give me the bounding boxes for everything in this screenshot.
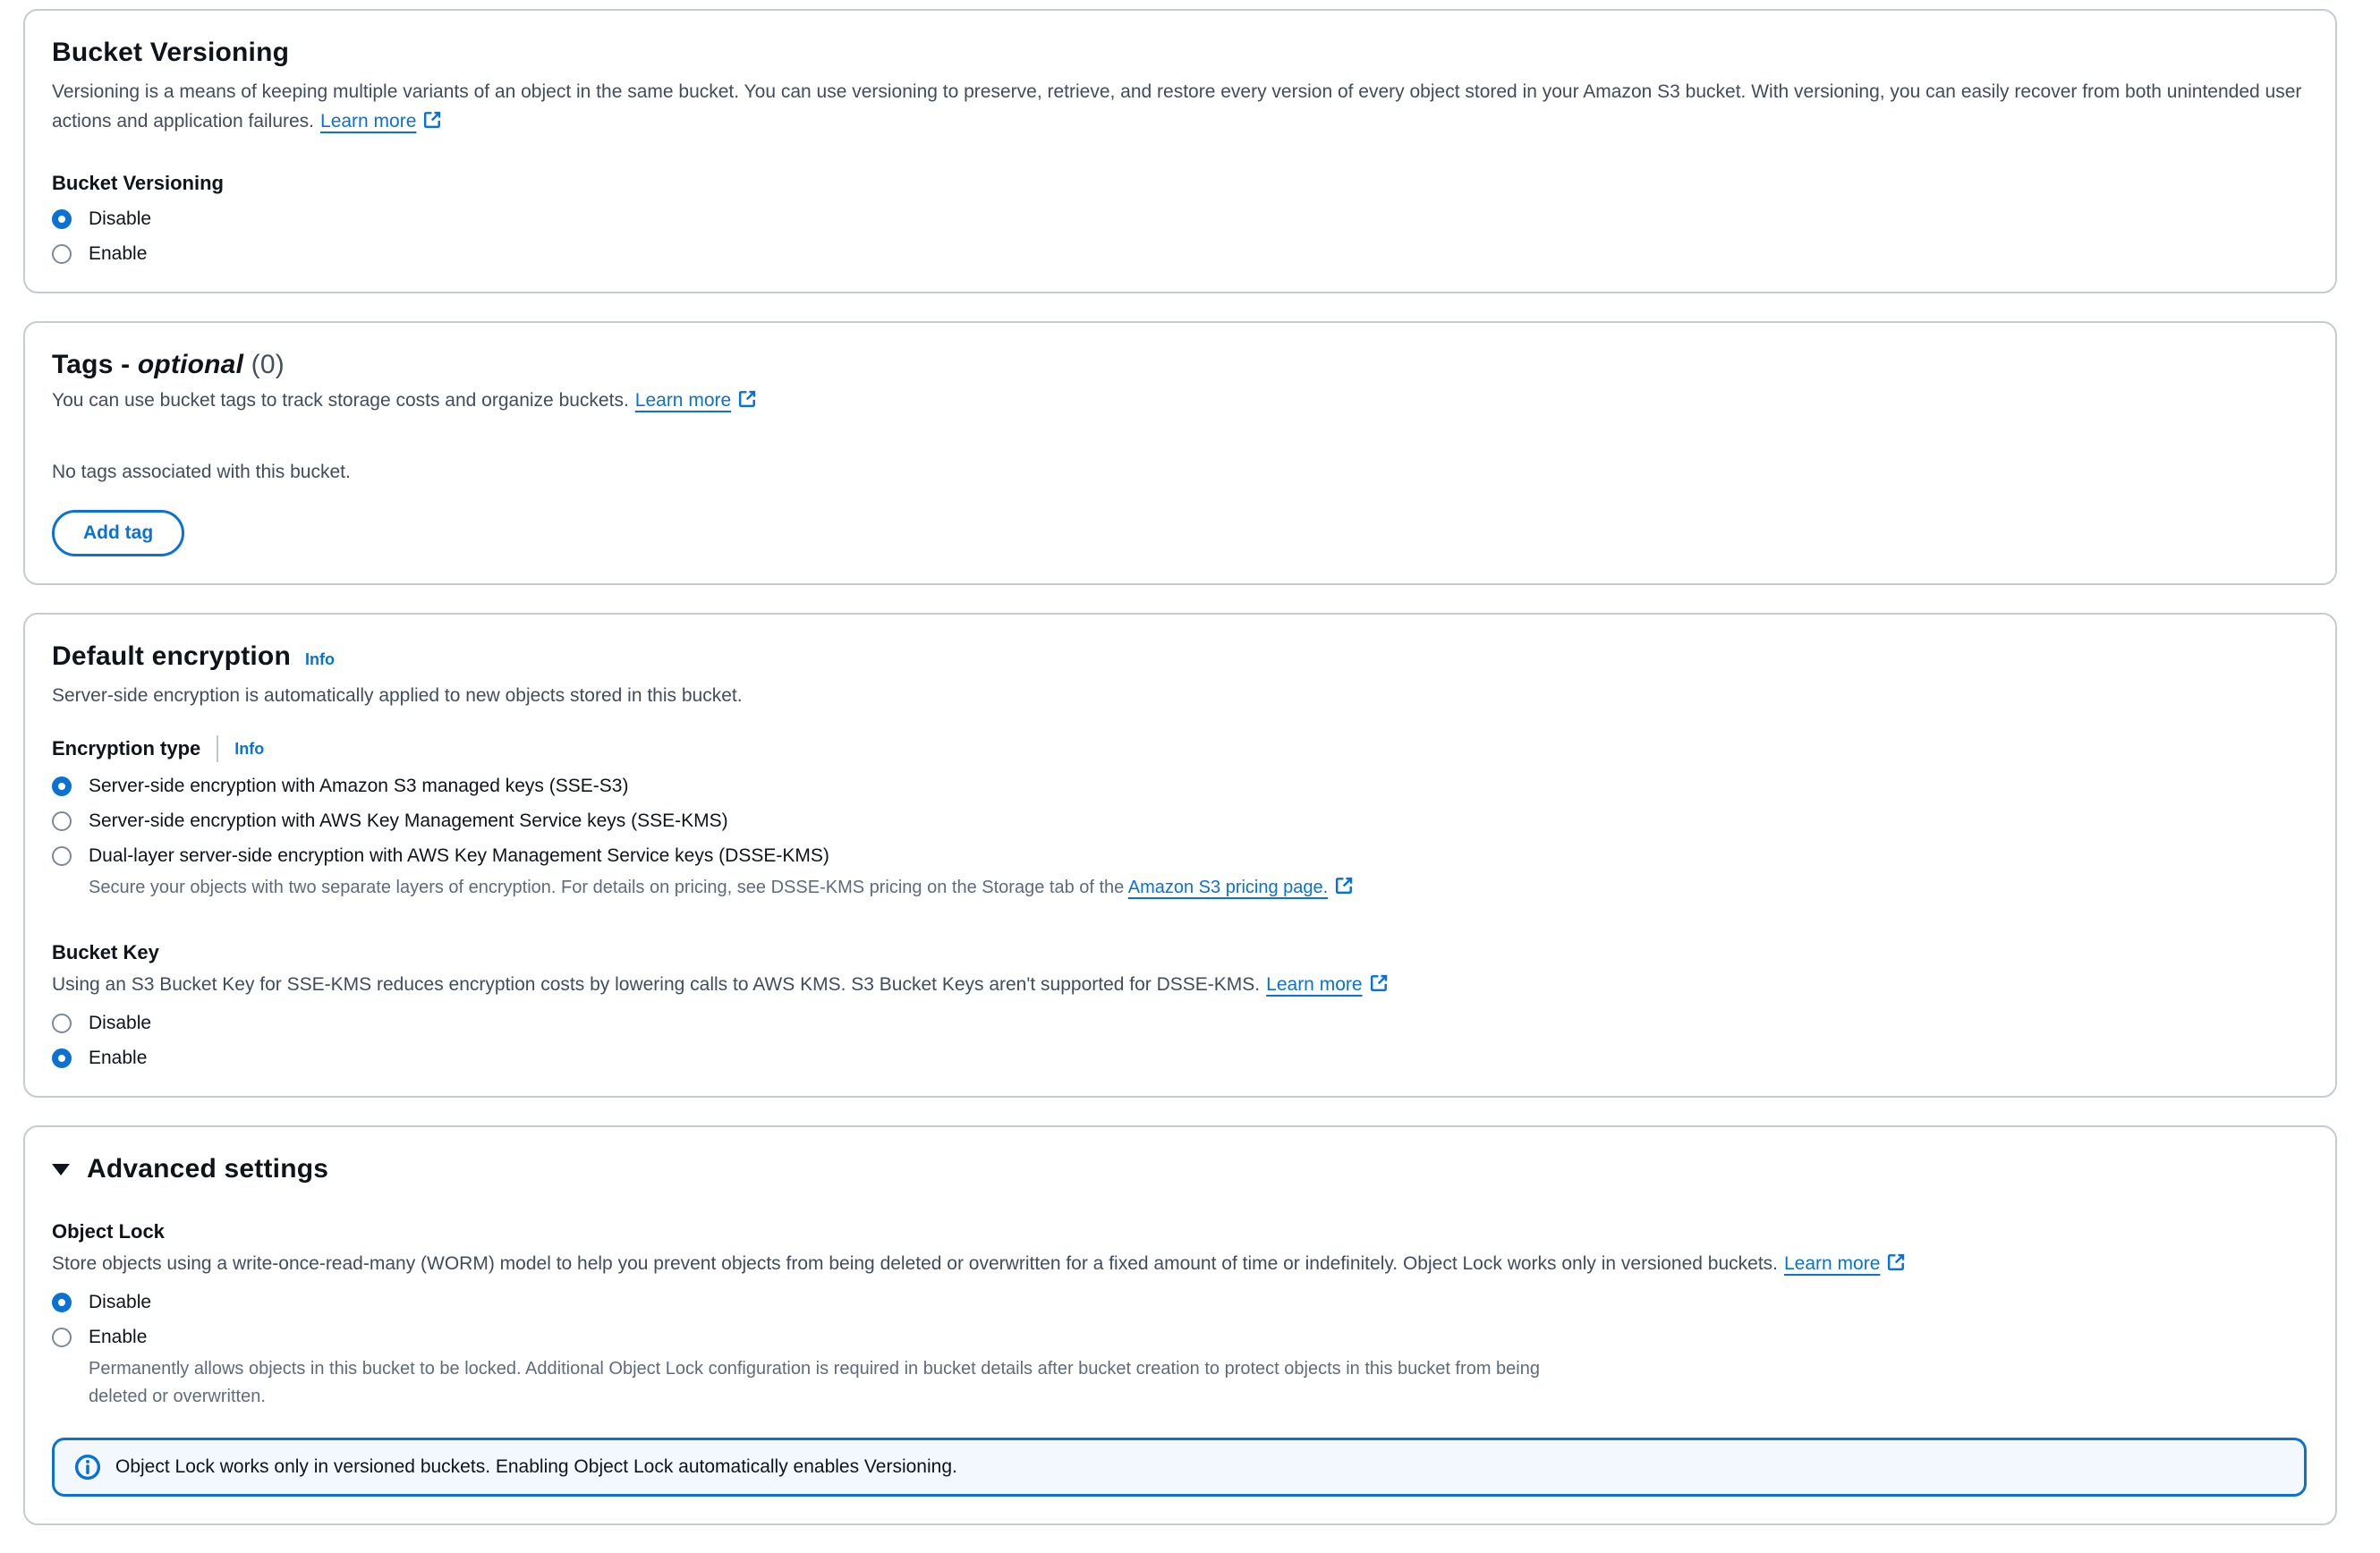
radio-label: Enable (89, 243, 147, 265)
learn-more-label: Learn more (1784, 1253, 1880, 1274)
vertical-divider (217, 735, 218, 762)
encryption-type-row: Encryption type Info (52, 735, 2307, 762)
default-encryption-title: Default encryption (52, 641, 291, 672)
encryption-sse-kms-option[interactable]: Server-side encryption with AWS Key Mana… (52, 810, 2307, 832)
bucket-versioning-learn-more-link[interactable]: Learn more (320, 111, 442, 132)
encryption-sse-s3-radio[interactable] (52, 776, 72, 796)
default-encryption-description: Server-side encryption is automatically … (52, 681, 2307, 710)
add-tag-button[interactable]: Add tag (52, 510, 184, 556)
default-encryption-info-link[interactable]: Info (305, 650, 335, 669)
radio-label: Disable (89, 1292, 151, 1313)
learn-more-label: Learn more (1266, 974, 1362, 995)
external-link-icon (737, 389, 757, 409)
bucket-versioning-disable-option[interactable]: Disable (52, 208, 2307, 230)
create-bucket-settings-page: Bucket Versioning Versioning is a means … (0, 0, 2380, 1553)
storage-bold: Storage (982, 878, 1044, 897)
external-link-icon (1369, 973, 1389, 993)
dsse-note-text: tab of the (1044, 878, 1127, 897)
radio-label: Server-side encryption with Amazon S3 ma… (89, 776, 628, 797)
object-lock-info-alert: Object Lock works only in versioned buck… (52, 1438, 2307, 1497)
learn-more-label: Learn more (320, 111, 416, 132)
radio-label: Disable (89, 1013, 151, 1034)
encryption-type-info-link[interactable]: Info (234, 740, 264, 759)
bucket-key-learn-more-link[interactable]: Learn more (1266, 974, 1388, 995)
advanced-settings-expand-header[interactable]: Advanced settings (52, 1154, 2307, 1184)
bucket-versioning-field-label: Bucket Versioning (52, 172, 2307, 195)
external-link-icon (1334, 876, 1354, 895)
radio-label: Enable (89, 1048, 147, 1069)
bucket-versioning-title: Bucket Versioning (52, 38, 2307, 68)
object-lock-enable-radio[interactable] (52, 1328, 72, 1347)
external-link-icon (1886, 1252, 1906, 1272)
tags-description-text: You can use bucket tags to track storage… (52, 390, 629, 411)
bucket-key-description-text: Using an S3 Bucket Key for SSE-KMS reduc… (52, 974, 1260, 995)
radio-label: Enable (89, 1327, 147, 1348)
object-lock-description: Store objects using a write-once-read-ma… (52, 1249, 2307, 1278)
default-encryption-section: Default encryption Info Server-side encr… (23, 613, 2337, 1098)
object-lock-disable-radio[interactable] (52, 1293, 72, 1312)
external-link-icon (422, 110, 442, 130)
caret-down-icon (52, 1164, 70, 1175)
advanced-settings-section: Advanced settings Object Lock Store obje… (23, 1125, 2337, 1525)
encryption-sse-s3-option[interactable]: Server-side encryption with Amazon S3 ma… (52, 776, 2307, 797)
tags-title-prefix: Tags - (52, 350, 138, 379)
tags-description: You can use bucket tags to track storage… (52, 386, 2307, 415)
encryption-dsse-kms-radio[interactable] (52, 846, 72, 866)
encryption-dsse-kms-option[interactable]: Dual-layer server-side encryption with A… (52, 845, 2307, 867)
object-lock-enable-option[interactable]: Enable (52, 1327, 2307, 1348)
encryption-type-label: Encryption type (52, 737, 200, 760)
bucket-key-disable-radio[interactable] (52, 1014, 72, 1033)
encryption-sse-kms-radio[interactable] (52, 811, 72, 831)
radio-label: Dual-layer server-side encryption with A… (89, 845, 829, 867)
s3-pricing-page-link[interactable]: Amazon S3 pricing page. (1128, 878, 1354, 897)
bucket-key-enable-option[interactable]: Enable (52, 1048, 2307, 1069)
bucket-versioning-enable-radio[interactable] (52, 244, 72, 264)
learn-more-label: Learn more (635, 390, 731, 411)
object-lock-alert-text: Object Lock works only in versioned buck… (115, 1456, 957, 1478)
object-lock-description-text: Store objects using a write-once-read-ma… (52, 1253, 1778, 1274)
bucket-versioning-section: Bucket Versioning Versioning is a means … (23, 9, 2337, 293)
dsse-note-text: on the (922, 878, 982, 897)
info-icon (74, 1454, 101, 1481)
bucket-key-label: Bucket Key (52, 941, 2307, 964)
object-lock-label: Object Lock (52, 1220, 2307, 1243)
object-lock-disable-option[interactable]: Disable (52, 1292, 2307, 1313)
tags-empty-state: No tags associated with this bucket. (52, 462, 2307, 483)
tags-count: (0) (251, 350, 285, 379)
tags-section: Tags - optional (0) You can use bucket t… (23, 321, 2337, 585)
tags-title: Tags - optional (0) (52, 350, 2307, 380)
tags-learn-more-link[interactable]: Learn more (635, 390, 757, 411)
advanced-settings-title: Advanced settings (87, 1154, 328, 1184)
dsse-note-text: Secure your objects with two separate la… (89, 878, 771, 897)
object-lock-enable-note: Permanently allows objects in this bucke… (89, 1355, 1574, 1411)
s3-pricing-link-label: Amazon S3 pricing page. (1128, 878, 1328, 897)
dsse-pricing-bold: DSSE-KMS pricing (771, 878, 922, 897)
radio-label: Disable (89, 208, 151, 230)
dsse-kms-note: Secure your objects with two separate la… (89, 874, 2307, 902)
tags-title-optional: optional (138, 350, 243, 379)
bucket-versioning-enable-option[interactable]: Enable (52, 243, 2307, 265)
bucket-key-enable-radio[interactable] (52, 1048, 72, 1068)
bucket-key-disable-option[interactable]: Disable (52, 1013, 2307, 1034)
bucket-key-description: Using an S3 Bucket Key for SSE-KMS reduc… (52, 970, 2307, 999)
object-lock-learn-more-link[interactable]: Learn more (1784, 1253, 1906, 1274)
radio-label: Server-side encryption with AWS Key Mana… (89, 810, 728, 832)
bucket-versioning-disable-radio[interactable] (52, 209, 72, 229)
bucket-versioning-description: Versioning is a means of keeping multipl… (52, 77, 2307, 136)
